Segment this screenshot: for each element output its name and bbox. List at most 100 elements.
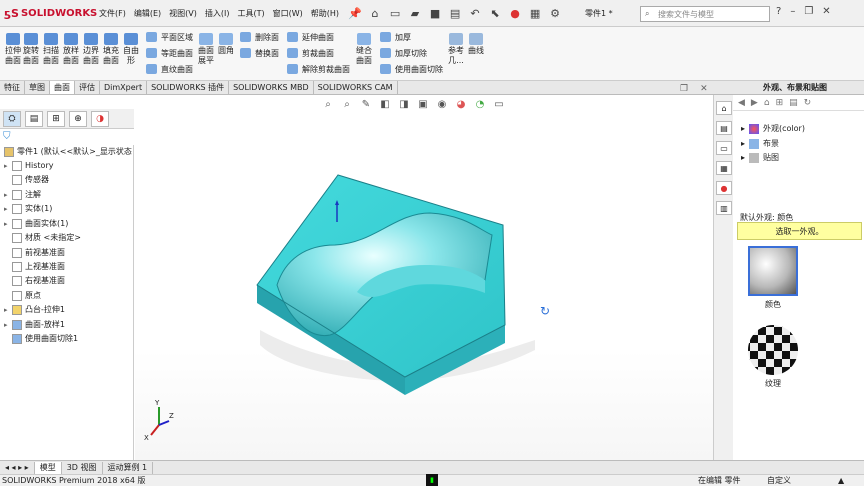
feature-manager-icon[interactable]: ⛭: [3, 110, 21, 127]
filter-icon[interactable]: ⛉: [3, 131, 11, 142]
ruled-surface-button[interactable]: 直纹曲面: [146, 62, 193, 76]
tree-node-right-plane[interactable]: 右视基准面: [4, 274, 65, 287]
previous-view-icon[interactable]: ✎: [360, 98, 372, 110]
reference-geometry-button[interactable]: 参考 几...: [446, 33, 466, 66]
knit-surface-button[interactable]: 缝合 曲面: [354, 33, 374, 66]
tree-node-annotations[interactable]: ▸ 注解: [4, 188, 41, 201]
expand-arrow-icon[interactable]: ▸: [741, 124, 745, 133]
expand-arrow-icon[interactable]: ▸: [4, 306, 12, 314]
tab-dimxpert[interactable]: DimXpert: [100, 81, 148, 94]
solidworks-resources-icon[interactable]: ⌂: [716, 101, 732, 115]
appearance-folder[interactable]: ▸ 外观(color): [741, 123, 805, 134]
undo-icon[interactable]: ↶: [468, 6, 482, 20]
expand-arrow-icon[interactable]: ▸: [4, 162, 12, 170]
doc-close-icon[interactable]: ✕: [700, 84, 708, 94]
menu-tools[interactable]: 工具(T): [236, 6, 265, 21]
new-doc-icon[interactable]: ▭: [388, 6, 402, 20]
appearances-icon[interactable]: ●: [716, 181, 732, 195]
apply-scene-icon[interactable]: ◔: [474, 98, 486, 110]
expand-arrow-icon[interactable]: ▸: [741, 153, 745, 162]
part-root[interactable]: 零件1 (默认<<默认>_显示状态: [4, 145, 132, 158]
rebuild-icon[interactable]: ▦: [528, 6, 542, 20]
swept-surface-button[interactable]: 扫描 曲面: [42, 33, 60, 66]
tree-node-sensors[interactable]: 传感器: [4, 173, 49, 186]
dimxpert-icon[interactable]: ⊕: [69, 110, 87, 127]
tab-motion-study[interactable]: 运动算例 1: [103, 461, 154, 474]
add-icon[interactable]: ⊞: [776, 98, 784, 108]
zoom-area-icon[interactable]: ⌕: [341, 98, 353, 110]
property-manager-icon[interactable]: ▤: [25, 110, 43, 127]
options-gear-icon[interactable]: ⚙: [548, 6, 562, 20]
help-icon[interactable]: ?: [776, 6, 781, 17]
open-folder-icon[interactable]: ▰: [408, 6, 422, 20]
lofted-surface-button[interactable]: 放样 曲面: [62, 33, 80, 66]
view-triad[interactable]: Y X Z: [144, 399, 174, 442]
tree-node-material[interactable]: 材质 <未指定>: [4, 231, 81, 244]
hide-show-icon[interactable]: ◉: [436, 98, 448, 110]
untrim-surface-button[interactable]: 解除剪裁曲面: [287, 62, 350, 76]
tree-node-history[interactable]: ▸ History: [4, 159, 53, 172]
tab-evaluate[interactable]: 评估: [75, 81, 100, 94]
revolved-surface-button[interactable]: 旋转 曲面: [22, 33, 40, 66]
flatten-surface-button[interactable]: 曲面 展平: [196, 33, 216, 66]
design-library-icon[interactable]: ▤: [716, 121, 732, 135]
display-style-icon[interactable]: ▣: [417, 98, 429, 110]
tab-addins[interactable]: SOLIDWORKS 插件: [147, 81, 230, 94]
menu-edit[interactable]: 编辑(E): [133, 6, 162, 21]
edit-appearance-icon[interactable]: ◕: [455, 98, 467, 110]
tree-node-top-plane[interactable]: 上视基准面: [4, 260, 65, 273]
scenes-folder[interactable]: ▸ 布景: [741, 138, 779, 149]
select-icon[interactable]: ⬉: [488, 6, 502, 20]
tree-node-surface-cut[interactable]: 使用曲面切除1: [4, 332, 78, 345]
forward-icon[interactable]: ▶: [751, 98, 758, 108]
menu-help[interactable]: 帮助(H): [310, 6, 340, 21]
minimize-icon[interactable]: –: [790, 6, 795, 17]
expand-arrow-icon[interactable]: ▸: [741, 139, 745, 148]
restore-icon[interactable]: ❐: [804, 6, 813, 17]
zoom-to-fit-icon[interactable]: ⌕: [322, 98, 334, 110]
tab-features[interactable]: 特征: [0, 81, 25, 94]
filled-surface-button[interactable]: 填充 曲面: [102, 33, 120, 66]
nav-arrows[interactable]: ◂ ◂ ▸ ▸: [0, 461, 35, 474]
cut-with-surface-button[interactable]: 使用曲面切除: [380, 62, 443, 76]
delete-face-button[interactable]: 删除面: [240, 30, 279, 44]
back-icon[interactable]: ◀: [738, 98, 745, 108]
extruded-surface-button[interactable]: 拉伸 曲面: [4, 33, 22, 66]
offset-surface-button[interactable]: 等距曲面: [146, 46, 193, 60]
curves-button[interactable]: 曲线: [466, 33, 486, 56]
boundary-surface-button[interactable]: 边界 曲面: [82, 33, 100, 66]
thicken-cut-button[interactable]: 加厚切除: [380, 46, 427, 60]
replace-face-button[interactable]: 替换面: [240, 46, 279, 60]
expand-arrow-icon[interactable]: ▸: [4, 191, 12, 199]
graphics-viewport[interactable]: ↻ Y X Z: [135, 95, 713, 460]
tree-node-surface-bodies[interactable]: ▸ 曲面实体(1): [4, 217, 68, 230]
tab-sketch[interactable]: 草图: [25, 81, 50, 94]
units-caret-icon[interactable]: ▲: [838, 475, 844, 487]
view-palette-icon[interactable]: ▦: [716, 161, 732, 175]
custom-units-text[interactable]: 自定义: [767, 475, 791, 487]
tab-cam[interactable]: SOLIDWORKS CAM: [314, 81, 398, 94]
fillet-button[interactable]: 圆角: [217, 33, 235, 56]
folder-icon[interactable]: ▤: [789, 98, 798, 108]
search-input[interactable]: ⌕ 搜索文件与模型: [640, 6, 770, 22]
menu-window[interactable]: 窗口(W): [272, 6, 304, 21]
view-orientation-icon[interactable]: ◨: [398, 98, 410, 110]
solidworks-logo[interactable]: ƽS SOLIDWORKS: [0, 7, 98, 20]
extend-surface-button[interactable]: 延伸曲面: [287, 30, 334, 44]
file-explorer-icon[interactable]: ▭: [716, 141, 732, 155]
tab-mbd[interactable]: SOLIDWORKS MBD: [229, 81, 314, 94]
tab-model[interactable]: 模型: [34, 461, 62, 474]
tab-3d-views[interactable]: 3D 视图: [62, 461, 103, 474]
freeform-button[interactable]: 自由 形: [122, 33, 140, 66]
decals-folder[interactable]: ▸ 贴图: [741, 152, 779, 163]
configuration-manager-icon[interactable]: ⊞: [47, 110, 65, 127]
print-icon[interactable]: ▤: [448, 6, 462, 20]
tree-node-front-plane[interactable]: 前视基准面: [4, 246, 65, 259]
tree-node-boss-extrude[interactable]: ▸ 凸台-拉伸1: [4, 303, 65, 316]
traffic-light-icon[interactable]: ●: [508, 6, 522, 20]
view-settings-icon[interactable]: ▭: [493, 98, 505, 110]
save-icon[interactable]: ■: [428, 6, 442, 20]
tree-node-origin[interactable]: 原点: [4, 289, 41, 302]
section-view-icon[interactable]: ◧: [379, 98, 391, 110]
menu-view[interactable]: 视图(V): [168, 6, 198, 21]
